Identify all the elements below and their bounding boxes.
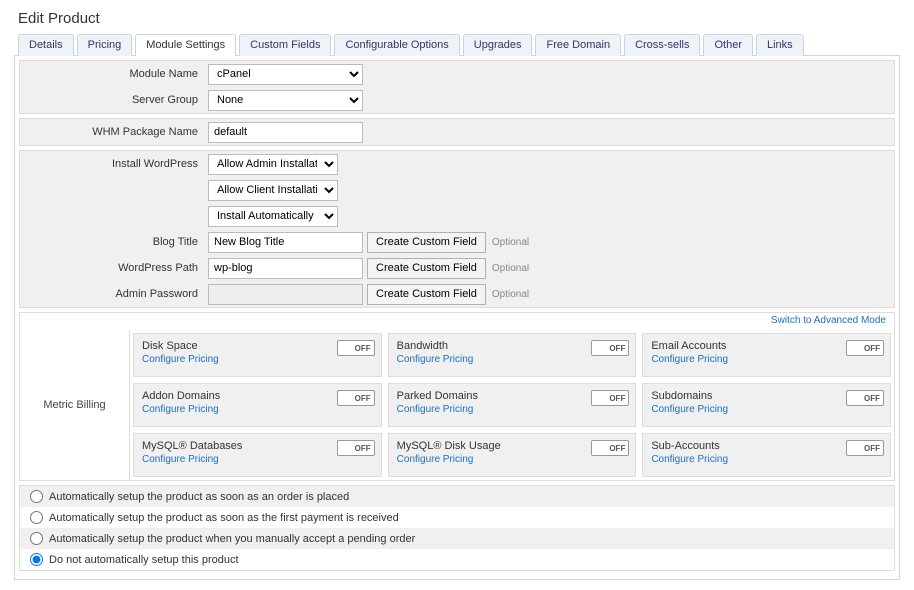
- tab-links[interactable]: Links: [756, 34, 804, 56]
- blog-title-create-button[interactable]: Create Custom Field: [367, 232, 486, 253]
- auto-setup-radio[interactable]: [30, 532, 43, 545]
- blog-title-label: Blog Title: [20, 236, 208, 248]
- wp-path-input[interactable]: [208, 258, 363, 279]
- admin-pw-label: Admin Password: [20, 288, 208, 300]
- admin-pw-input[interactable]: [208, 284, 363, 305]
- module-box: Module Name cPanel Server Group None: [19, 60, 895, 114]
- auto-setup-option[interactable]: Automatically setup the product as soon …: [20, 486, 894, 507]
- blog-title-input[interactable]: [208, 232, 363, 253]
- tab-cross-sells[interactable]: Cross-sells: [624, 34, 700, 56]
- metric-card: SubdomainsConfigure PricingOFF: [642, 383, 891, 427]
- metric-billing-header: Metric Billing: [20, 330, 130, 480]
- install-wp-select-1[interactable]: Allow Admin Installation: [208, 154, 338, 175]
- tab-bar: DetailsPricingModule SettingsCustom Fiel…: [14, 33, 900, 55]
- tab-pricing[interactable]: Pricing: [77, 34, 133, 56]
- metric-toggle[interactable]: OFF: [591, 440, 629, 456]
- module-name-select[interactable]: cPanel: [208, 64, 363, 85]
- tab-upgrades[interactable]: Upgrades: [463, 34, 533, 56]
- advanced-mode-link[interactable]: Switch to Advanced Mode: [771, 315, 886, 326]
- blog-title-optional: Optional: [492, 237, 529, 248]
- install-wp-label: Install WordPress: [20, 158, 208, 170]
- wp-path-label: WordPress Path: [20, 262, 208, 274]
- server-group-select[interactable]: None: [208, 90, 363, 111]
- auto-setup-label: Automatically setup the product when you…: [49, 533, 415, 545]
- metric-toggle[interactable]: OFF: [846, 340, 884, 356]
- metric-toggle[interactable]: OFF: [591, 340, 629, 356]
- metric-billing-box: Switch to Advanced Mode Metric Billing D…: [19, 312, 895, 481]
- auto-setup-option[interactable]: Automatically setup the product when you…: [20, 528, 894, 549]
- metric-card: Addon DomainsConfigure PricingOFF: [133, 383, 382, 427]
- tab-details[interactable]: Details: [18, 34, 74, 56]
- metric-toggle[interactable]: OFF: [591, 390, 629, 406]
- wordpress-box: Install WordPress Allow Admin Installati…: [19, 150, 895, 308]
- install-wp-select-2[interactable]: Allow Client Installation: [208, 180, 338, 201]
- install-wp-select-3[interactable]: Install Automatically: [208, 206, 338, 227]
- metric-toggle[interactable]: OFF: [337, 390, 375, 406]
- tab-module-settings[interactable]: Module Settings: [135, 34, 236, 56]
- metric-card: MySQL® DatabasesConfigure PricingOFF: [133, 433, 382, 477]
- auto-setup-label: Automatically setup the product as soon …: [49, 491, 349, 503]
- module-settings-panel: Module Name cPanel Server Group None WHM…: [14, 55, 900, 580]
- auto-setup-label: Do not automatically setup this product: [49, 554, 239, 566]
- auto-setup-radio[interactable]: [30, 511, 43, 524]
- auto-setup-option[interactable]: Do not automatically setup this product: [20, 549, 894, 570]
- auto-setup-radio[interactable]: [30, 553, 43, 566]
- metric-toggle[interactable]: OFF: [846, 440, 884, 456]
- metric-card: Parked DomainsConfigure PricingOFF: [388, 383, 637, 427]
- page-title: Edit Product: [18, 10, 900, 27]
- wp-path-optional: Optional: [492, 263, 529, 274]
- tab-other[interactable]: Other: [703, 34, 753, 56]
- metric-card: MySQL® Disk UsageConfigure PricingOFF: [388, 433, 637, 477]
- server-group-label: Server Group: [20, 94, 208, 106]
- admin-pw-optional: Optional: [492, 289, 529, 300]
- auto-setup-label: Automatically setup the product as soon …: [49, 512, 399, 524]
- module-name-label: Module Name: [20, 68, 208, 80]
- metric-card: Disk SpaceConfigure PricingOFF: [133, 333, 382, 377]
- metric-card: Sub-AccountsConfigure PricingOFF: [642, 433, 891, 477]
- whm-box: WHM Package Name: [19, 118, 895, 146]
- wp-path-create-button[interactable]: Create Custom Field: [367, 258, 486, 279]
- whm-package-input[interactable]: [208, 122, 363, 143]
- metric-toggle[interactable]: OFF: [846, 390, 884, 406]
- auto-setup-radio[interactable]: [30, 490, 43, 503]
- metric-card: BandwidthConfigure PricingOFF: [388, 333, 637, 377]
- metric-card: Email AccountsConfigure PricingOFF: [642, 333, 891, 377]
- auto-setup-box: Automatically setup the product as soon …: [19, 485, 895, 571]
- metric-toggle[interactable]: OFF: [337, 440, 375, 456]
- tab-custom-fields[interactable]: Custom Fields: [239, 34, 331, 56]
- whm-package-label: WHM Package Name: [20, 126, 208, 138]
- tab-free-domain[interactable]: Free Domain: [535, 34, 621, 56]
- metric-toggle[interactable]: OFF: [337, 340, 375, 356]
- tab-configurable-options[interactable]: Configurable Options: [334, 34, 459, 56]
- admin-pw-create-button[interactable]: Create Custom Field: [367, 284, 486, 305]
